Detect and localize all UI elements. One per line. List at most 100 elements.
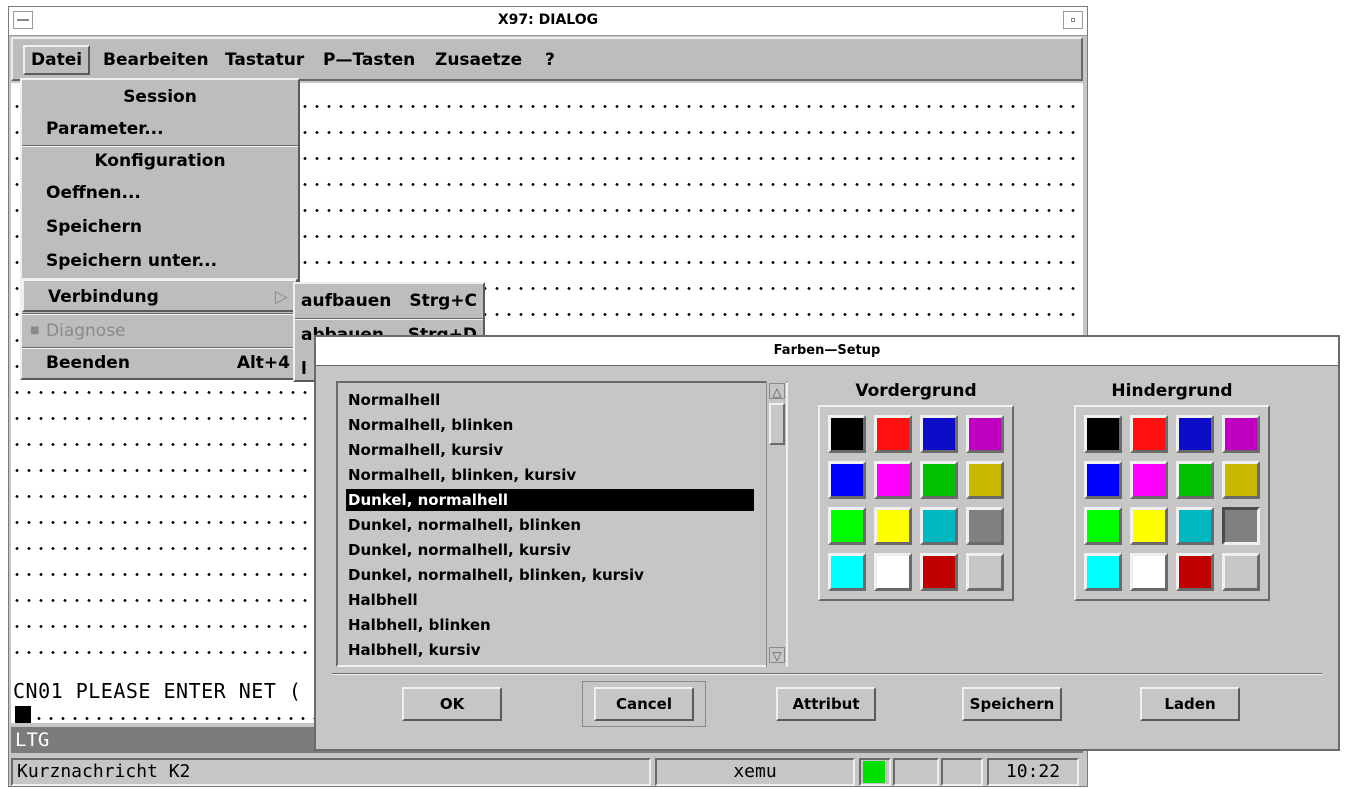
menu-item-parameter[interactable]: Parameter... [22,112,298,146]
scroll-down-icon[interactable]: ▽ [769,647,785,663]
attribute-list-item[interactable]: Normalhell, blinken [346,414,754,436]
menu-bearbeiten-label: Bearbeiten [103,50,209,70]
connection-led-icon [863,761,885,783]
background-label: Hindergrund [1111,381,1233,401]
background-color-swatch[interactable] [1130,461,1168,499]
laden-button[interactable]: Laden [1140,687,1240,721]
foreground-color-swatch[interactable] [874,415,912,453]
menu-item-speichern[interactable]: Speichern [22,210,298,244]
terminal-message: CN01 PLEASE ENTER NET ( [13,679,302,703]
background-color-swatch[interactable] [1084,507,1122,545]
background-color-swatch[interactable] [1130,553,1168,591]
attribute-list-item[interactable]: Normalhell, kursiv [346,439,754,461]
submenu-item-aufbauen[interactable]: aufbauen Strg+C [295,284,483,318]
maximize-icon [1071,18,1075,22]
menu-item-beenden-shortcut: Alt+4 [236,353,290,373]
background-color-swatch[interactable] [1222,461,1260,499]
background-color-swatch[interactable] [1084,415,1122,453]
menu-item-beenden[interactable]: Beenden Alt+4 [22,346,298,380]
line-label: LTG [15,729,50,751]
attribut-button[interactable]: Attribut [776,687,876,721]
status-time-text: 10:22 [1005,761,1061,782]
submenu-arrow-icon: ▷ [274,287,288,307]
attribute-list-item[interactable]: Halbhell, blinken [346,614,754,636]
menu-item-beenden-label: Beenden [46,353,130,373]
foreground-color-swatch[interactable] [920,553,958,591]
status-led-frame [859,758,891,786]
foreground-label: Vordergrund [855,381,977,401]
attribute-list-item[interactable]: Dunkel, normalhell, kursiv [346,539,754,561]
cancel-button[interactable]: Cancel [594,687,694,721]
status-app: xemu [655,758,855,786]
menu-bearbeiten[interactable]: Bearbeiten [97,47,215,73]
menu-datei[interactable]: Datei [23,45,91,75]
status-message-text: Kurznachricht K2 [17,761,191,782]
foreground-color-swatch[interactable] [874,507,912,545]
attribute-list-item[interactable]: Dunkel, normalhell [346,489,754,511]
menu-tastatur-label: Tastatur [225,50,305,70]
background-color-swatch[interactable] [1222,507,1260,545]
foreground-color-swatch[interactable] [828,415,866,453]
dialog-title-bar[interactable]: Farben—Setup [316,337,1338,366]
background-color-swatch[interactable] [1176,461,1214,499]
menu-zusaetze-label: Zusaetze [435,50,523,70]
attribute-list-item[interactable]: Dunkel, normalhell, blinken, kursiv [346,564,754,586]
submenu-item-aufbauen-shortcut: Strg+C [409,291,477,311]
submenu-item-aufbauen-label: aufbauen [301,291,392,311]
foreground-color-swatch[interactable] [828,461,866,499]
foreground-color-swatch[interactable] [920,461,958,499]
attribute-list-item[interactable]: Normalhell [346,389,754,411]
scroll-up-icon[interactable]: △ [769,383,785,399]
menu-item-diagnose: ■ Diagnose [22,314,298,348]
attribute-list-item[interactable]: Normalhell, blinken, kursiv [346,464,754,486]
foreground-color-swatch[interactable] [920,507,958,545]
background-palette [1074,405,1270,601]
status-time: 10:22 [987,758,1079,786]
foreground-color-swatch[interactable] [966,415,1004,453]
maximize-button[interactable] [1063,11,1083,29]
background-color-swatch[interactable] [1176,553,1214,591]
background-color-swatch[interactable] [1130,507,1168,545]
background-color-swatch[interactable] [1084,553,1122,591]
attribute-list-item[interactable]: Dunkel, normalhell, blinken [346,514,754,536]
foreground-color-swatch[interactable] [966,507,1004,545]
scrollbar-thumb[interactable] [769,403,785,445]
menu-help[interactable]: ? [539,47,561,73]
foreground-color-swatch[interactable] [874,461,912,499]
foreground-color-swatch[interactable] [966,461,1004,499]
window-title: X97: DIALOG [497,12,599,28]
speichern-button[interactable]: Speichern [962,687,1062,721]
attribute-list-scrollbar[interactable]: △ ▽ [766,381,786,667]
menu-help-label: ? [545,50,555,70]
background-color-swatch[interactable] [1130,415,1168,453]
title-bar[interactable]: X97: DIALOG [9,7,1087,36]
foreground-color-swatch[interactable] [920,415,958,453]
attribute-list-item[interactable]: Halbhell, kursiv [346,639,754,661]
menu-item-oeffnen[interactable]: Oeffnen... [22,176,298,210]
background-color-swatch[interactable] [1176,507,1214,545]
attribute-list-item[interactable]: Halbhell [346,589,754,611]
menu-p-tasten-label: P—Tasten [323,50,416,70]
menu-p-tasten[interactable]: P—Tasten [317,47,421,73]
status-field-empty-1 [893,758,939,786]
background-color-swatch[interactable] [1084,461,1122,499]
menu-item-verbindung-label: Verbindung [48,287,159,307]
menu-item-verbindung[interactable]: Verbindung ▷ [22,278,298,312]
attribute-list[interactable]: Normalhell Normalhell, blinken Normalhell,… [336,381,788,667]
foreground-color-swatch[interactable] [828,507,866,545]
foreground-palette [818,405,1014,601]
background-color-swatch[interactable] [1176,415,1214,453]
foreground-color-swatch[interactable] [874,553,912,591]
menu-item-speichern-unter[interactable]: Speichern unter... [22,244,298,278]
menu-zusaetze[interactable]: Zusaetze [429,47,528,73]
terminal-cursor [15,706,31,723]
background-color-swatch[interactable] [1222,415,1260,453]
foreground-color-swatch[interactable] [966,553,1004,591]
background-color-swatch[interactable] [1222,553,1260,591]
status-message: Kurznachricht K2 [11,758,651,786]
disabled-indicator-icon: ■ [30,325,40,336]
menu-tastatur[interactable]: Tastatur [219,47,310,73]
ok-button[interactable]: OK [402,687,502,721]
foreground-color-swatch[interactable] [828,553,866,591]
farben-setup-dialog: Farben—Setup Normalhell Normalhell, blink… [314,335,1340,751]
